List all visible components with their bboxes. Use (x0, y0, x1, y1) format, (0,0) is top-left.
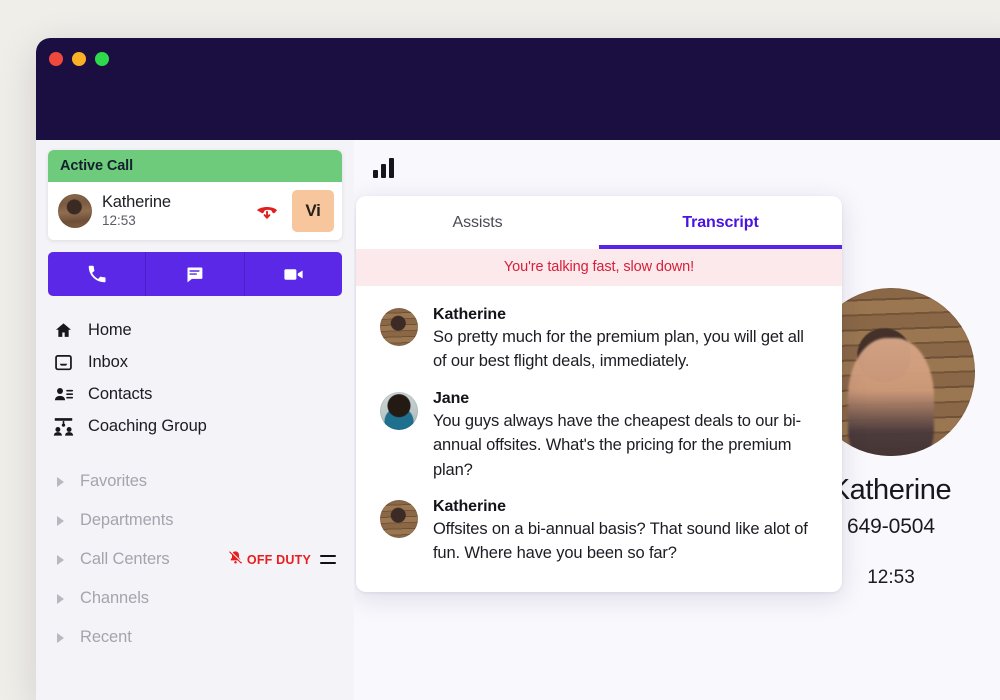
sidebar-item-label: Coaching Group (88, 416, 207, 435)
message-body: Katherine So pretty much for the premium… (433, 306, 818, 374)
caller-info: Katherine 12:53 (102, 193, 242, 228)
speaking-pace-alert: You're talking fast, slow down! (356, 249, 842, 286)
sidebar-group-label: Channels (80, 589, 149, 607)
inbox-icon (52, 351, 74, 373)
call-action-buttons (48, 252, 342, 296)
window-titlebar (36, 38, 1000, 140)
message-author: Jane (433, 389, 470, 407)
call-button[interactable] (48, 252, 147, 296)
sidebar-group-recent[interactable]: Recent (48, 618, 342, 657)
sidebar-group-label: Call Centers (80, 550, 170, 568)
contacts-icon (52, 383, 74, 405)
home-icon (52, 319, 74, 341)
drag-handle-icon[interactable] (320, 555, 336, 564)
main-content: Katherine 649-0504 12:53 Assists Transcr… (354, 140, 1000, 700)
active-call-row: Katherine 12:53 Vi (48, 182, 342, 240)
katherine-avatar (380, 500, 418, 539)
chevron-right-icon (57, 632, 64, 643)
sidebar-group-departments[interactable]: Departments (48, 501, 342, 540)
active-call-header: Active Call (48, 150, 342, 182)
transcript-card: Assists Transcript You're talking fast, … (356, 196, 842, 592)
call-duration: 12:53 (102, 213, 136, 229)
message-text: So pretty much for the premium plan, you… (433, 328, 804, 371)
phone-hangup-icon[interactable] (252, 198, 282, 224)
sidebar-item-home[interactable]: Home (48, 314, 342, 346)
sidebar-group-channels[interactable]: Channels (48, 579, 342, 618)
message-body: Katherine Offsites on a bi-annual basis?… (433, 498, 818, 566)
sidebar-groups: Favorites Departments Call Centers OFF D… (48, 462, 342, 657)
transcript-message: Jane You guys always have the cheapest d… (380, 390, 818, 482)
transcript-message: Katherine Offsites on a bi-annual basis?… (380, 498, 818, 566)
sidebar-group-label: Departments (80, 511, 174, 529)
sidebar-group-favorites[interactable]: Favorites (48, 462, 342, 501)
message-text: You guys always have the cheapest deals … (433, 411, 801, 479)
traffic-light-controls (49, 52, 109, 66)
sidebar-item-label: Home (88, 320, 132, 339)
status-badge[interactable]: OFF DUTY (228, 549, 311, 570)
sidebar-item-contacts[interactable]: Contacts (48, 378, 342, 410)
sidebar-group-call-centers[interactable]: Call Centers OFF DUTY (48, 540, 342, 579)
message-author: Katherine (433, 498, 506, 516)
chevron-right-icon (57, 476, 64, 487)
transcript-messages: Katherine So pretty much for the premium… (356, 286, 842, 592)
katherine-avatar (380, 308, 418, 346)
vi-badge[interactable]: Vi (292, 190, 334, 232)
sidebar-item-label: Contacts (88, 384, 153, 403)
message-button[interactable] (146, 252, 245, 296)
bell-muted-icon (228, 549, 243, 570)
active-call-card: Active Call Katherine 12:53 Vi (48, 150, 342, 240)
off-duty-label: OFF DUTY (246, 552, 311, 567)
app-window: Active Call Katherine 12:53 Vi Home Inbo… (36, 38, 1000, 700)
tab-assists[interactable]: Assists (356, 196, 599, 249)
sidebar-item-label: Inbox (88, 352, 128, 371)
sidebar-group-label: Recent (80, 628, 132, 646)
sidebar-group-label: Favorites (80, 472, 147, 490)
message-author: Katherine (433, 306, 506, 323)
caller-name: Katherine (102, 193, 171, 212)
minimize-window-button[interactable] (72, 52, 86, 66)
tab-transcript[interactable]: Transcript (599, 196, 842, 249)
jane-avatar (380, 391, 418, 430)
message-text: Offsites on a bi-annual basis? That soun… (433, 520, 808, 563)
sidebar-item-inbox[interactable]: Inbox (48, 346, 342, 378)
chevron-right-icon (57, 554, 64, 565)
sidebar: Active Call Katherine 12:53 Vi Home Inbo… (36, 140, 354, 700)
chevron-right-icon (57, 593, 64, 604)
coaching-group-icon (52, 415, 74, 437)
video-button[interactable] (244, 252, 342, 296)
caller-avatar (58, 194, 92, 228)
app-body: Active Call Katherine 12:53 Vi Home Inbo… (36, 140, 1000, 700)
sidebar-nav: Home Inbox Contacts Coaching Group (48, 314, 342, 442)
close-window-button[interactable] (49, 52, 63, 66)
off-duty-controls: OFF DUTY (228, 549, 336, 570)
transcript-tabs: Assists Transcript (356, 196, 842, 249)
signal-bars-icon[interactable] (373, 158, 394, 178)
maximize-window-button[interactable] (95, 52, 109, 66)
message-body: Jane You guys always have the cheapest d… (433, 390, 818, 482)
chevron-right-icon (57, 515, 64, 526)
sidebar-item-coaching-group[interactable]: Coaching Group (48, 410, 342, 442)
transcript-message: Katherine So pretty much for the premium… (380, 306, 818, 374)
